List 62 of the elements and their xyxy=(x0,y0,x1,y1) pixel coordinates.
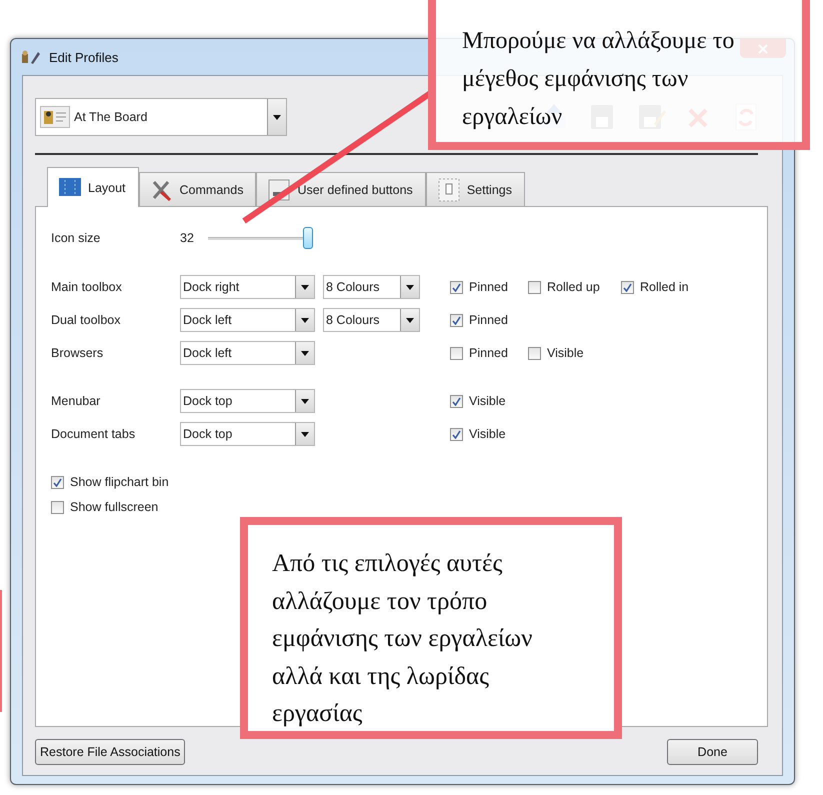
checkbox-label: Rolled in xyxy=(640,280,689,294)
caret-icon xyxy=(301,318,309,322)
checkmark-icon xyxy=(452,282,461,292)
checkbox[interactable] xyxy=(450,346,463,360)
colour-dropdown[interactable]: 8 Colours xyxy=(323,308,420,332)
caret-icon xyxy=(273,114,281,120)
done-button[interactable]: Done xyxy=(667,739,758,765)
checkbox-label: Pinned xyxy=(469,280,508,294)
checkbox[interactable] xyxy=(450,314,463,326)
pencil-icon xyxy=(21,49,41,65)
checkmark-icon xyxy=(452,430,461,438)
field-label: Icon size xyxy=(51,231,102,245)
position-dropdown[interactable]: Dock top xyxy=(180,422,315,446)
tab[interactable]: Commands xyxy=(138,172,256,206)
id-card-icon xyxy=(40,104,70,130)
window-title: Edit Profiles xyxy=(49,50,118,64)
checkbox-label: Pinned xyxy=(469,346,508,360)
position-dropdown[interactable]: Dock top xyxy=(180,389,315,413)
field-label: Main toolbox xyxy=(51,280,123,294)
field-label: Menubar xyxy=(51,394,102,408)
checkmark-icon xyxy=(53,478,62,486)
checkbox[interactable] xyxy=(450,394,463,408)
checkbox-label: Visible xyxy=(469,394,506,408)
checkmark-icon xyxy=(452,396,461,406)
field-label: Browsers xyxy=(51,346,104,360)
caret-icon xyxy=(301,398,309,404)
checkbox-label: Visible xyxy=(547,346,584,360)
checkbox[interactable] xyxy=(51,500,64,514)
caret-icon xyxy=(301,432,309,436)
colour-dropdown[interactable]: 8 Colours xyxy=(323,275,420,299)
caret-icon xyxy=(301,284,309,290)
checkbox[interactable] xyxy=(450,428,463,440)
checkbox-label: Show flipchart bin xyxy=(70,475,169,489)
caret-icon xyxy=(301,350,309,356)
switch-icon xyxy=(436,178,461,202)
value-text: 32 xyxy=(180,231,195,245)
position-dropdown[interactable]: Dock left xyxy=(180,341,315,365)
checkmark-icon xyxy=(452,316,461,324)
restore-button[interactable]: Restore File Associations xyxy=(35,739,186,765)
checkbox-label: Visible xyxy=(469,427,506,441)
checkmark-icon xyxy=(623,282,632,292)
checkbox[interactable] xyxy=(51,476,64,488)
annotation-tooltip: Μπορούμε να αλλάξουμε το μέγεθος εμφάνισης των εργαλείων xyxy=(428,0,810,150)
tab[interactable]: Settings xyxy=(426,172,525,206)
tab[interactable]: Layout xyxy=(47,167,139,207)
profile-dropdown[interactable]: At The Board xyxy=(35,98,287,136)
caret-icon xyxy=(406,284,414,290)
position-dropdown[interactable]: Dock right xyxy=(180,275,315,299)
tab[interactable]: User defined buttons xyxy=(256,172,426,206)
checkbox[interactable] xyxy=(621,280,634,294)
annotation-tooltip: Από τις επιλογές αυτές αλλάζουμε τον τρόπο εμφάνισης των εργαλείων αλλά και της λωρίδας εργασίας xyxy=(240,517,622,739)
checkbox[interactable] xyxy=(528,280,541,294)
checkbox-label: Pinned xyxy=(469,313,508,327)
field-label: Document tabs xyxy=(51,427,136,441)
checkbox[interactable] xyxy=(450,280,463,294)
position-dropdown[interactable]: Dock left xyxy=(180,308,315,332)
checkbox-label: Rolled up xyxy=(547,280,600,294)
checkbox-label: Show fullscreen xyxy=(70,500,158,514)
field-label: Dual toolbox xyxy=(51,313,122,327)
caret-icon xyxy=(406,318,414,322)
slider-thumb[interactable] xyxy=(303,227,313,249)
checkbox[interactable] xyxy=(528,346,541,360)
